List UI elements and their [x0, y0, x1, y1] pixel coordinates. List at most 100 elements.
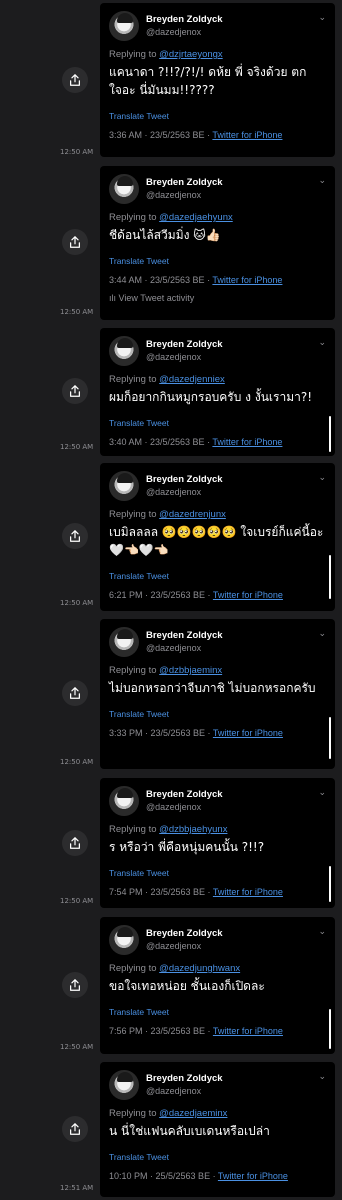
replying-to: Replying to @dzbbjaeminx: [109, 665, 326, 676]
username[interactable]: @dazedjenox: [146, 27, 201, 37]
source-link[interactable]: Twitter for iPhone: [212, 275, 282, 285]
reply-prefix: Replying to: [109, 49, 160, 60]
tweet-timestamp: 3:40 AM · 23/5/2563 BE ·: [109, 437, 213, 447]
chevron-down-icon[interactable]: ⌄: [318, 473, 326, 483]
display-name[interactable]: Breyden Zoldyck: [146, 474, 223, 485]
tweet-card[interactable]: Breyden Zoldyck @dazedjenox ⌄ Replying t…: [100, 3, 335, 157]
reply-prefix: Replying to: [109, 509, 160, 520]
avatar[interactable]: [109, 1070, 139, 1100]
share-icon: [70, 74, 80, 86]
reply-mention-link[interactable]: @dzbbjaeminx: [159, 665, 222, 676]
scrollbar[interactable]: [329, 555, 331, 599]
source-link[interactable]: Twitter for iPhone: [212, 130, 282, 140]
reply-prefix: Replying to: [109, 665, 160, 676]
tweet-timestamp: 7:56 PM · 23/5/2563 BE ·: [109, 1026, 213, 1036]
reply-mention-link[interactable]: @dzbbjaehyunx: [159, 824, 227, 835]
side-timestamp: 12:50 AM: [60, 758, 94, 766]
share-icon: [70, 1123, 80, 1135]
username[interactable]: @dazedjenox: [146, 643, 201, 653]
translate-tweet-link[interactable]: Translate Tweet: [109, 1007, 326, 1017]
share-icon: [70, 385, 80, 397]
chevron-down-icon[interactable]: ⌄: [318, 13, 326, 23]
username[interactable]: @dazedjenox: [146, 1086, 201, 1096]
scrollbar[interactable]: [329, 717, 331, 759]
translate-tweet-link[interactable]: Translate Tweet: [109, 709, 326, 719]
source-link[interactable]: Twitter for iPhone: [212, 437, 282, 447]
reply-prefix: Replying to: [109, 963, 160, 974]
avatar[interactable]: [109, 925, 139, 955]
tweet-card[interactable]: Breyden Zoldyck @dazedjenox ⌄ Replying t…: [100, 463, 335, 611]
username[interactable]: @dazedjenox: [146, 941, 201, 951]
tweet-card[interactable]: Breyden Zoldyck @dazedjenox ⌄ Replying t…: [100, 1062, 335, 1197]
display-name[interactable]: Breyden Zoldyck: [146, 177, 223, 188]
scrollbar[interactable]: [329, 416, 331, 452]
username[interactable]: @dazedjenox: [146, 487, 201, 497]
translate-tweet-link[interactable]: Translate Tweet: [109, 256, 326, 266]
translate-tweet-link[interactable]: Translate Tweet: [109, 571, 326, 581]
tweet-meta: 3:36 AM · 23/5/2563 BE · Twitter for iPh…: [109, 130, 326, 140]
display-name[interactable]: Breyden Zoldyck: [146, 928, 223, 939]
reply-prefix: Replying to: [109, 212, 160, 223]
tweet-timestamp: 3:33 PM · 23/5/2563 BE ·: [109, 728, 213, 738]
chevron-down-icon[interactable]: ⌄: [318, 629, 326, 639]
username[interactable]: @dazedjenox: [146, 190, 201, 200]
display-name[interactable]: Breyden Zoldyck: [146, 630, 223, 641]
share-button[interactable]: [62, 1116, 88, 1142]
share-button[interactable]: [62, 229, 88, 255]
source-link[interactable]: Twitter for iPhone: [213, 1026, 283, 1036]
scrollbar[interactable]: [329, 866, 331, 902]
share-button[interactable]: [62, 67, 88, 93]
source-link[interactable]: Twitter for iPhone: [218, 1171, 288, 1181]
chevron-down-icon[interactable]: ⌄: [318, 338, 326, 348]
tweet-card[interactable]: Breyden Zoldyck @dazedjenox ⌄ Replying t…: [100, 778, 335, 908]
share-button[interactable]: [62, 680, 88, 706]
share-button[interactable]: [62, 523, 88, 549]
reply-mention-link[interactable]: @dazedjaeminx: [159, 1108, 227, 1119]
translate-tweet-link[interactable]: Translate Tweet: [109, 1152, 326, 1162]
reply-mention-link[interactable]: @dazedjaehyunx: [159, 212, 233, 223]
display-name[interactable]: Breyden Zoldyck: [146, 789, 223, 800]
source-link[interactable]: Twitter for iPhone: [213, 728, 283, 738]
reply-mention-link[interactable]: @dazedjenniex: [159, 374, 225, 385]
chevron-down-icon[interactable]: ⌄: [318, 1072, 326, 1082]
translate-tweet-link[interactable]: Translate Tweet: [109, 868, 326, 878]
side-timestamp: 12:50 AM: [60, 897, 94, 905]
reply-mention-link[interactable]: @dzjrtaeyongx: [159, 49, 223, 60]
avatar[interactable]: [109, 11, 139, 41]
share-button[interactable]: [62, 830, 88, 856]
display-name[interactable]: Breyden Zoldyck: [146, 14, 223, 25]
translate-tweet-link[interactable]: Translate Tweet: [109, 111, 326, 121]
display-name[interactable]: Breyden Zoldyck: [146, 339, 223, 350]
reply-prefix: Replying to: [109, 824, 160, 835]
tweet-activity-link[interactable]: ılı View Tweet activity: [109, 293, 326, 303]
tweet-text: ร หรือว่า พี่คือหนุ่มคนนั้น ?!!?: [109, 840, 265, 854]
share-button[interactable]: [62, 972, 88, 998]
avatar[interactable]: [109, 174, 139, 204]
reply-mention-link[interactable]: @dazedrenjunx: [159, 509, 226, 520]
tweet-card[interactable]: Breyden Zoldyck @dazedjenox ⌄ Replying t…: [100, 328, 335, 456]
tweet-card[interactable]: Breyden Zoldyck @dazedjenox ⌄ Replying t…: [100, 619, 335, 769]
display-name[interactable]: Breyden Zoldyck: [146, 1073, 223, 1084]
tweet-card[interactable]: Breyden Zoldyck @dazedjenox ⌄ Replying t…: [100, 917, 335, 1054]
chevron-down-icon[interactable]: ⌄: [318, 927, 326, 937]
replying-to: Replying to @dazedjaehyunx: [109, 212, 326, 223]
avatar[interactable]: [109, 471, 139, 501]
tweet-card[interactable]: Breyden Zoldyck @dazedjenox ⌄ Replying t…: [100, 166, 335, 320]
source-link[interactable]: Twitter for iPhone: [213, 887, 283, 897]
translate-tweet-link[interactable]: Translate Tweet: [109, 418, 326, 428]
avatar[interactable]: [109, 336, 139, 366]
tweet-timestamp: 3:44 AM · 23/5/2563 BE ·: [109, 275, 213, 285]
avatar[interactable]: [109, 786, 139, 816]
username[interactable]: @dazedjenox: [146, 802, 201, 812]
share-icon: [70, 837, 80, 849]
source-link[interactable]: Twitter for iPhone: [213, 590, 283, 600]
scrollbar[interactable]: [329, 1009, 331, 1049]
activity-label: View Tweet activity: [118, 293, 195, 303]
chevron-down-icon[interactable]: ⌄: [318, 788, 326, 798]
reply-mention-link[interactable]: @dazedjunghwanx: [159, 963, 240, 974]
share-button[interactable]: [62, 378, 88, 404]
username[interactable]: @dazedjenox: [146, 352, 201, 362]
tweet-text: ขอใจเทอหน่อย ชั้นเองก็เปิดละ: [109, 979, 265, 993]
avatar[interactable]: [109, 627, 139, 657]
chevron-down-icon[interactable]: ⌄: [318, 176, 326, 186]
